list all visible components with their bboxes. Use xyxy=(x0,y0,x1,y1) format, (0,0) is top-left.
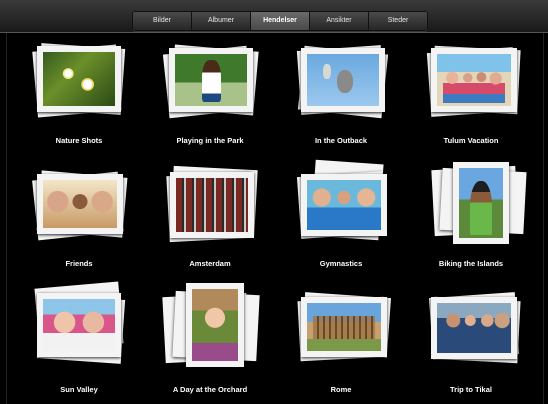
event-cover-photo xyxy=(301,174,387,236)
event-stack-playing-in-the-park[interactable]: Playing in the Park xyxy=(150,43,270,153)
event-title: Biking the Islands xyxy=(438,259,504,268)
event-stack-tulum-vacation[interactable]: Tulum Vacation xyxy=(411,43,531,153)
event-cover-photo xyxy=(37,46,121,112)
tab-hendelser[interactable]: Hendelser xyxy=(251,12,310,30)
event-title: Nature Shots xyxy=(55,136,103,145)
tab-albumer[interactable]: Albumer xyxy=(192,12,251,30)
event-cover-photo xyxy=(186,283,244,367)
event-title: Playing in the Park xyxy=(176,136,244,145)
event-title: In the Outback xyxy=(314,136,368,145)
event-stack-nature-shots[interactable]: Nature Shots xyxy=(19,43,139,153)
event-cover-photo xyxy=(431,48,517,112)
top-toolbar: Bilder Albumer Hendelser Ansikter Steder xyxy=(0,0,548,33)
event-title: A Day at the Orchard xyxy=(172,385,248,394)
view-segmented-control: Bilder Albumer Hendelser Ansikter Steder xyxy=(132,11,428,31)
event-title: Friends xyxy=(65,259,93,268)
tab-ansikter[interactable]: Ansikter xyxy=(310,12,369,30)
event-stack-biking-the-islands[interactable]: Biking the Islands xyxy=(411,162,531,276)
event-cover-photo xyxy=(170,172,254,238)
event-title: Gymnastics xyxy=(319,259,363,268)
event-cover-photo xyxy=(301,48,385,112)
tab-steder[interactable]: Steder xyxy=(369,12,427,30)
event-cover-photo xyxy=(37,293,121,357)
event-title: Trip to Tikal xyxy=(450,385,492,394)
event-stack-in-the-outback[interactable]: In the Outback xyxy=(281,43,401,153)
event-cover-photo xyxy=(453,162,509,244)
event-title: Amsterdam xyxy=(189,259,231,268)
event-stack-trip-to-tikal[interactable]: Trip to Tikal xyxy=(411,287,531,397)
event-cover-photo xyxy=(169,48,253,112)
event-stack-gymnastics[interactable]: Gymnastics xyxy=(281,159,401,276)
event-cover-photo xyxy=(301,297,387,357)
event-title: Tulum Vacation xyxy=(443,136,499,145)
event-stack-sun-valley[interactable]: Sun Valley xyxy=(19,281,139,397)
event-stack-amsterdam[interactable]: Amsterdam xyxy=(150,165,270,276)
event-title: Sun Valley xyxy=(60,385,98,394)
tab-bilder[interactable]: Bilder xyxy=(133,12,192,30)
event-cover-photo xyxy=(37,174,123,234)
event-stack-friends[interactable]: Friends xyxy=(19,166,139,276)
event-stack-rome[interactable]: Rome xyxy=(281,287,401,397)
events-grid: Nature Shots Playing in the Park In the … xyxy=(6,33,544,404)
event-cover-photo xyxy=(431,297,517,359)
event-title: Rome xyxy=(330,385,352,394)
event-stack-a-day-at-the-orchard[interactable]: A Day at the Orchard xyxy=(150,283,270,397)
